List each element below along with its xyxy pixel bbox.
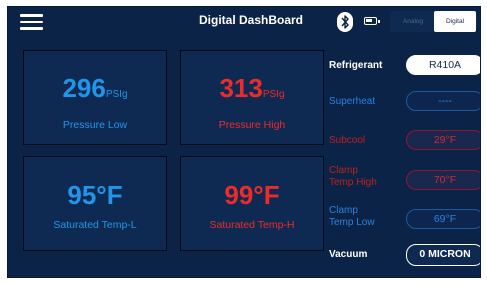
saturated-temp-low-value: 95°F (67, 180, 123, 210)
pressure-low-unit: PSIg (105, 89, 128, 100)
superheat-value: ---- (406, 91, 480, 111)
tab-analog[interactable]: Analog (392, 11, 434, 32)
pressure-high-panel[interactable]: 313PSIg Pressure High (180, 50, 324, 145)
clamp-temp-high-value: 70°F (406, 170, 480, 190)
pressure-high-unit: PSIg (262, 89, 285, 100)
pressure-high-value: 313PSIg (219, 73, 285, 103)
refrigerant-select[interactable]: R410A (406, 55, 480, 75)
superheat-label: Superheat (329, 96, 376, 107)
clamp-temp-low-label: Clamp Temp Low (329, 205, 375, 228)
pressure-low-label: Pressure Low (62, 119, 128, 131)
clamp-temp-low-value: 69°F (406, 209, 480, 229)
refrigerant-label: Refrigerant (329, 60, 383, 71)
tab-digital[interactable]: Digital (434, 11, 476, 32)
vacuum-label: Vacuum (329, 249, 368, 260)
page-title: Digital DashBoard (199, 13, 304, 27)
dashboard-screen: Digital DashBoard Analog Digital 296PSIg… (7, 6, 481, 278)
analog-digital-toggle[interactable]: Analog Digital (390, 11, 477, 32)
clamp-temp-high-label: Clamp Temp High (329, 165, 377, 188)
vacuum-value: 0 MICRON (406, 244, 480, 266)
subcool-value: 29°F (406, 130, 480, 150)
saturated-temp-high-label: Saturated Temp-H (209, 219, 295, 231)
saturated-temp-low-panel[interactable]: 95°F Saturated Temp-L (23, 156, 167, 251)
saturated-temp-low-label: Saturated Temp-L (53, 219, 137, 231)
subcool-label: Subcool (329, 135, 366, 146)
pressure-low-panel[interactable]: 296PSIg Pressure Low (23, 50, 167, 145)
bluetooth-icon[interactable] (337, 12, 353, 32)
top-bar: Digital DashBoard Analog Digital (8, 7, 480, 37)
saturated-temp-high-panel[interactable]: 99°F Saturated Temp-H (180, 156, 324, 251)
pressure-low-value: 296PSIg (62, 73, 128, 103)
battery-icon (364, 17, 380, 25)
pressure-high-label: Pressure High (218, 119, 286, 131)
hamburger-menu-icon[interactable] (20, 14, 43, 30)
saturated-temp-high-value: 99°F (224, 180, 280, 210)
